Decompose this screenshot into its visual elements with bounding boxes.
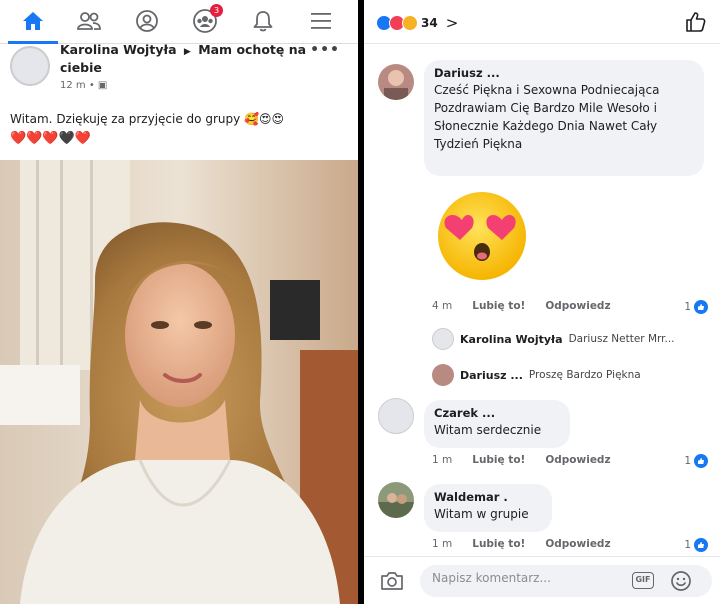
comments-panel: 34 > Dariusz ... Cześć Piękna i Sexowna … xyxy=(364,0,720,604)
bell-icon xyxy=(253,11,273,32)
comment-actions: 1 m Lubię to! Odpowiedz xyxy=(432,454,611,466)
reaction-count: 34 xyxy=(421,16,438,30)
thumbs-up-icon xyxy=(686,12,706,32)
post-meta: 12 m • ▣ xyxy=(60,80,107,91)
reply-item[interactable]: Karolina Wojtyła Dariusz Netter Mrr... xyxy=(432,328,675,350)
post-hearts: ❤️❤️❤️🖤❤️ xyxy=(10,131,91,146)
comment-actions: 4 m Lubię to! Odpowiedz xyxy=(432,300,611,312)
wow-reaction-icon xyxy=(402,15,418,31)
comment-like-count[interactable]: 1 xyxy=(684,300,708,314)
post-options-button[interactable]: ••• xyxy=(310,42,340,58)
post-author-name[interactable]: Karolina Wojtyła xyxy=(60,42,177,57)
like-badge-icon xyxy=(694,454,708,468)
post-panel: 3 Karolina Wojtyła ▶ Mam ochotę na ciebi… xyxy=(0,0,358,604)
comment-actions: 1 m Lubię to! Odpowiedz xyxy=(432,538,611,550)
like-count-value: 1 xyxy=(684,455,691,467)
privacy-icon: • ▣ xyxy=(88,80,108,91)
heart-emoji: ❤️ xyxy=(74,131,91,146)
emoji-button[interactable] xyxy=(670,570,692,596)
nav-notifications[interactable] xyxy=(234,0,292,42)
reply-author[interactable]: Dariusz ... xyxy=(460,369,523,382)
nav-groups[interactable]: 3 xyxy=(176,0,234,42)
heart-emoji: ❤️ xyxy=(10,131,27,146)
black-heart-emoji: 🖤 xyxy=(58,131,75,146)
like-count-value: 1 xyxy=(684,301,691,313)
like-count-value: 1 xyxy=(684,539,691,551)
reactions-header[interactable]: 34 > xyxy=(364,0,720,44)
reply-avatar[interactable] xyxy=(432,364,454,386)
camera-icon xyxy=(381,572,403,590)
comment-bubble[interactable]: Dariusz ... Cześć Piękna i Sexowna Podni… xyxy=(424,60,704,176)
chevron-right-icon: > xyxy=(445,14,459,32)
nav-profile[interactable] xyxy=(118,0,176,42)
comment-input-box[interactable]: GIF xyxy=(420,565,712,597)
comment-input[interactable] xyxy=(432,571,612,585)
commenter-avatar[interactable] xyxy=(378,64,414,100)
like-badge-icon xyxy=(694,300,708,314)
comment-time[interactable]: 1 m xyxy=(432,454,452,466)
comment-time[interactable]: 4 m xyxy=(432,300,452,312)
reaction-summary[interactable]: 34 > xyxy=(376,14,458,32)
reply-avatar[interactable] xyxy=(432,328,454,350)
post-header: Karolina Wojtyła ▶ Mam ochotę na ciebie … xyxy=(0,42,358,100)
comment-text: Witam serdecznie xyxy=(434,423,542,437)
camera-button[interactable] xyxy=(380,571,404,595)
nav-menu[interactable] xyxy=(292,0,350,42)
heart-emoji: ❤️ xyxy=(26,131,43,146)
commenter-avatar[interactable] xyxy=(378,482,414,518)
big-heart-eyes-emoji xyxy=(432,186,532,286)
post-time[interactable]: 12 m xyxy=(60,80,86,91)
reply-text: Dariusz Netter Mrr... xyxy=(568,333,675,345)
reply-text: Proszę Bardzo Piękna xyxy=(528,369,641,381)
nav-friends[interactable] xyxy=(60,0,118,42)
post-text: Witam. Dziękuję za przyjęcie do grupy 🥰😍… xyxy=(10,110,350,128)
like-comment-button[interactable]: Lubię to! xyxy=(472,300,525,312)
post-text-emojis: 🥰😍😍 xyxy=(244,112,284,126)
commenter-name[interactable]: Waldemar . xyxy=(434,490,542,505)
nav-home[interactable] xyxy=(4,0,62,44)
comment-time[interactable]: 1 m xyxy=(432,538,452,550)
author-avatar[interactable] xyxy=(10,46,50,86)
gif-button[interactable]: GIF xyxy=(632,572,654,589)
comment-bubble[interactable]: Czarek ... Witam serdecznie xyxy=(424,400,570,448)
reply-author[interactable]: Karolina Wojtyła xyxy=(460,333,563,346)
post-text-body: Witam. Dziękuję za przyjęcie do grupy xyxy=(10,112,241,126)
heart-emoji: ❤️ xyxy=(42,131,59,146)
commenter-name[interactable]: Dariusz ... xyxy=(434,66,694,81)
reply-button[interactable]: Odpowiedz xyxy=(545,454,610,466)
menu-icon xyxy=(311,13,331,29)
commenter-name[interactable]: Czarek ... xyxy=(434,406,560,421)
like-post-button[interactable] xyxy=(684,11,706,37)
comment-like-count[interactable]: 1 xyxy=(684,538,708,552)
friends-icon xyxy=(77,12,101,30)
smiley-icon xyxy=(671,571,691,591)
reply-item[interactable]: Dariusz ... Proszę Bardzo Piękna xyxy=(432,364,641,386)
portrait-image xyxy=(0,160,358,604)
post-photo[interactable] xyxy=(0,160,358,604)
shared-to-arrow-icon: ▶ xyxy=(183,47,191,57)
reply-button[interactable]: Odpowiedz xyxy=(545,538,610,550)
like-comment-button[interactable]: Lubię to! xyxy=(472,538,525,550)
comment-bubble[interactable]: Waldemar . Witam w grupie xyxy=(424,484,552,532)
groups-badge: 3 xyxy=(210,4,223,17)
post-author-line: Karolina Wojtyła ▶ Mam ochotę na ciebie xyxy=(60,42,330,76)
like-comment-button[interactable]: Lubię to! xyxy=(472,454,525,466)
top-navbar: 3 xyxy=(0,0,358,44)
comment-like-count[interactable]: 1 xyxy=(684,454,708,468)
comment-composer: GIF xyxy=(364,556,720,604)
comment-text: Cześć Piękna i Sexowna Podniecająca Pozd… xyxy=(434,83,660,151)
reply-button[interactable]: Odpowiedz xyxy=(545,300,610,312)
commenter-avatar[interactable] xyxy=(378,398,414,434)
profile-icon xyxy=(136,10,158,32)
like-badge-icon xyxy=(694,538,708,552)
home-icon xyxy=(23,12,43,30)
comment-text: Witam w grupie xyxy=(434,507,529,521)
